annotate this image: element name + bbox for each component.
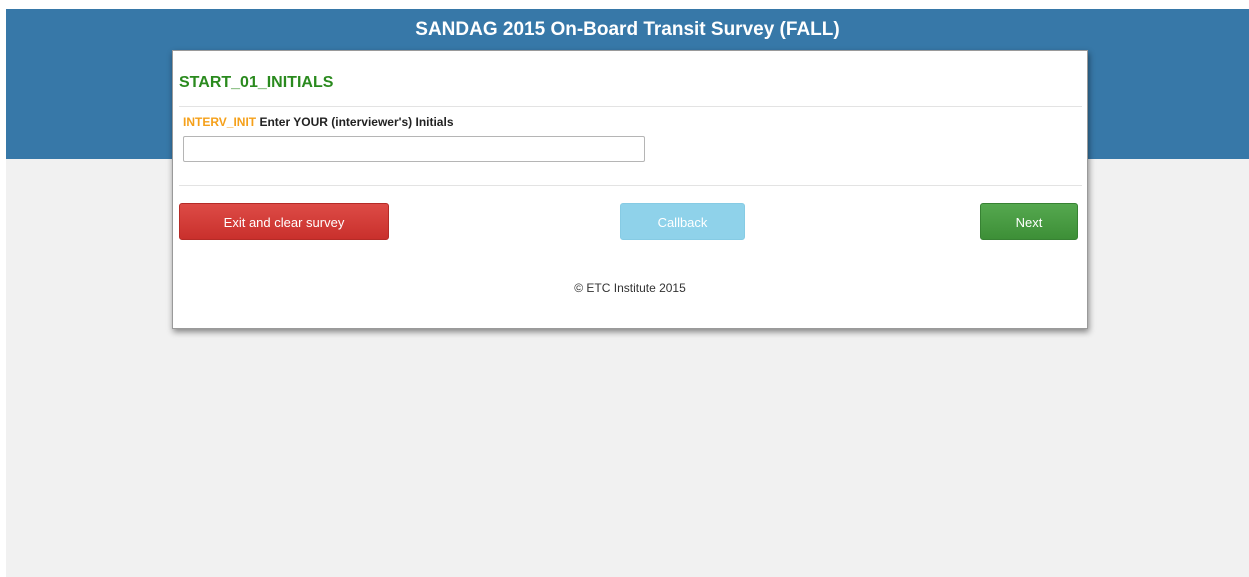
divider bbox=[179, 185, 1082, 186]
prompt-text: Enter YOUR (interviewer's) Initials bbox=[259, 115, 454, 129]
question-card: START_01_INITIALS INTERV_INIT Enter YOUR… bbox=[172, 50, 1088, 329]
question-name: START_01_INITIALS bbox=[179, 74, 334, 91]
exit-and-clear-button[interactable]: Exit and clear survey bbox=[179, 203, 389, 240]
variable-code: INTERV_INIT bbox=[183, 115, 257, 129]
copyright-text: © ETC Institute 2015 bbox=[574, 281, 686, 295]
survey-title: SANDAG 2015 On-Board Transit Survey (FAL… bbox=[415, 19, 840, 40]
page-background: SANDAG 2015 On-Board Transit Survey (FAL… bbox=[6, 9, 1249, 577]
question-prompt: INTERV_INIT Enter YOUR (interviewer's) I… bbox=[183, 115, 454, 129]
initials-input[interactable] bbox=[183, 136, 645, 162]
callback-button[interactable]: Callback bbox=[620, 203, 745, 240]
divider bbox=[179, 106, 1082, 107]
next-button[interactable]: Next bbox=[980, 203, 1078, 240]
